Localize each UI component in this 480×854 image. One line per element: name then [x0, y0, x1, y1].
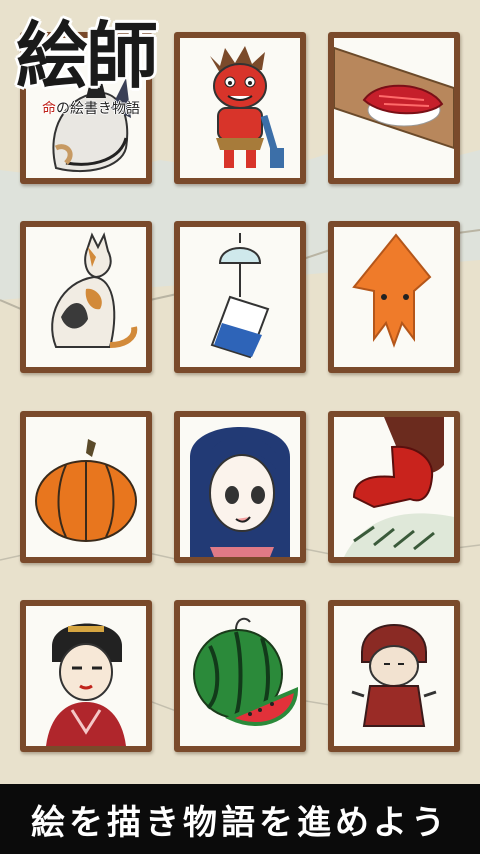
app-logo: 絵師 命の絵書き物語: [16, 20, 186, 130]
picture-card-squid[interactable]: [328, 221, 460, 373]
logo-seal-mark: 命: [42, 101, 56, 117]
red-oni-icon: [210, 46, 284, 168]
squid-icon: [352, 233, 432, 348]
picture-card-red-oni[interactable]: [174, 32, 306, 184]
promo-banner: 絵を描き物語を進めよう: [0, 784, 480, 854]
picture-card-child-in-hood[interactable]: [328, 600, 460, 752]
picture-card-tengu[interactable]: [328, 411, 460, 563]
tuna-sushi-icon: [334, 38, 454, 178]
geisha-icon: [46, 623, 126, 746]
picture-card-calico-cat[interactable]: [20, 221, 152, 373]
picture-card-wind-chime[interactable]: [174, 221, 306, 373]
logo-subtitle: 命の絵書き物語: [42, 98, 140, 118]
picture-card-anime-girl[interactable]: [174, 411, 306, 563]
picture-card-tuna-sushi[interactable]: [328, 32, 460, 184]
promo-banner-text: 絵を描き物語を進めよう: [31, 802, 449, 843]
child-in-hood-icon: [351, 624, 437, 727]
pumpkin-icon: [35, 439, 137, 542]
logo-title: 絵師: [16, 13, 158, 98]
picture-card-geisha[interactable]: [20, 600, 152, 752]
logo-subtitle-text: の絵書き物語: [56, 101, 140, 117]
wind-chime-icon: [210, 233, 270, 359]
anime-girl-icon: [190, 427, 290, 557]
tengu-icon: [344, 417, 454, 557]
picture-card-pumpkin[interactable]: [20, 411, 152, 563]
calico-cat-icon: [51, 232, 138, 348]
picture-card-watermelon[interactable]: [174, 600, 306, 752]
watermelon-icon: [193, 617, 299, 727]
